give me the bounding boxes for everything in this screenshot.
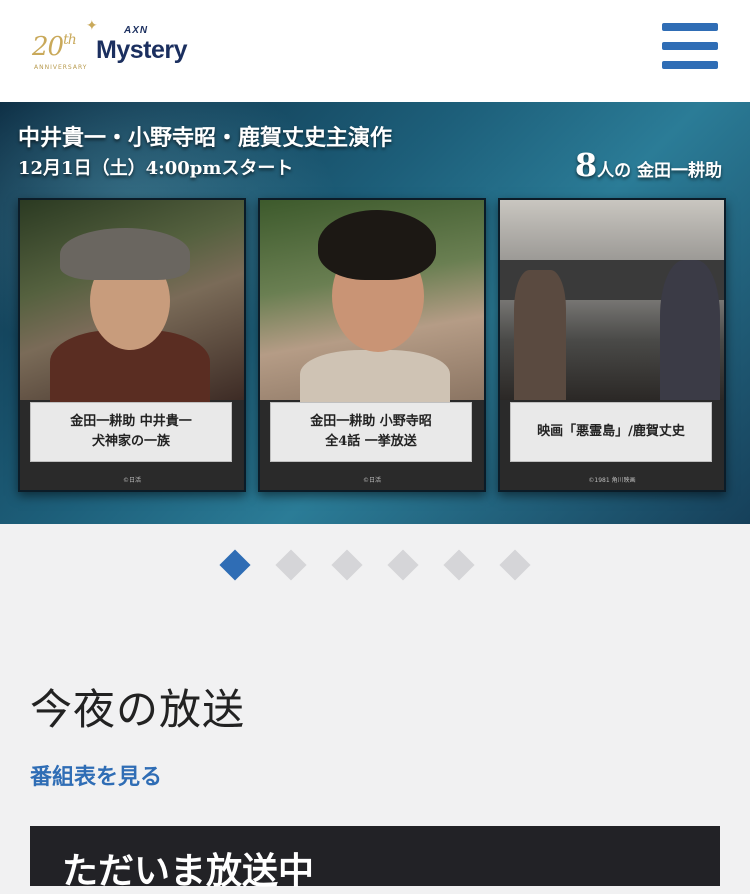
program-photo xyxy=(500,200,724,400)
copyright-text: ©日活 xyxy=(362,477,381,484)
program-card[interactable]: 映画「悪霊島」/鹿賀丈史 ©1981 角川映画 xyxy=(498,198,726,492)
copyright-text: ©日活 xyxy=(122,477,141,484)
caption-line: 金田一耕助 小野寺昭 xyxy=(310,414,432,429)
site-header: ✦ 20th ANNIVERSARY AXN Mystery xyxy=(0,0,750,102)
carousel-dot[interactable] xyxy=(219,549,251,581)
caption-line: 金田一耕助 中井貴一 xyxy=(70,414,192,429)
copyright-text: ©1981 角川映画 xyxy=(588,477,636,484)
hero-banner[interactable]: 中井貴一・小野寺昭・鹿賀丈史主演作 12月1日（土）4:00pmスタート 8人の… xyxy=(0,102,750,524)
program-caption: 金田一耕助 中井貴一 犬神家の一族 xyxy=(30,402,232,462)
now-on-air-title: ただいま放送中 xyxy=(62,851,315,892)
program-card[interactable]: 金田一耕助 中井貴一 犬神家の一族 ©日活 xyxy=(18,198,246,492)
axn-label: AXN xyxy=(124,25,149,36)
banner-badge: 8人の 金田一耕助 xyxy=(575,146,722,184)
menu-bar xyxy=(662,61,718,69)
program-caption: 金田一耕助 小野寺昭 全4話 一挙放送 xyxy=(270,402,472,462)
anniversary-number: 20th xyxy=(32,32,77,62)
program-caption: 映画「悪霊島」/鹿賀丈史 xyxy=(510,402,712,462)
schedule-link[interactable]: 番組表を見る xyxy=(30,759,162,791)
section-title: 今夜の放送 xyxy=(30,685,246,734)
program-photo xyxy=(260,200,484,410)
caption-line: 全4話 一挙放送 xyxy=(325,434,417,449)
now-on-air-panel: ただいま放送中 xyxy=(30,826,720,892)
banner-title: 中井貴一・小野寺昭・鹿賀丈史主演作 xyxy=(18,125,393,151)
sparkle-icon: ✦ xyxy=(86,18,98,34)
carousel-dot[interactable] xyxy=(443,549,475,581)
program-photo xyxy=(20,200,244,410)
carousel-pagination xyxy=(0,548,750,588)
carousel-dot[interactable] xyxy=(387,549,419,581)
banner-date: 12月1日（土）4:00pmスタート xyxy=(18,158,294,179)
program-card[interactable]: 金田一耕助 小野寺昭 全4話 一挙放送 ©日活 xyxy=(258,198,486,492)
badge-number: 8 xyxy=(574,146,598,184)
hamburger-menu-icon[interactable] xyxy=(662,23,718,71)
menu-bar xyxy=(662,42,718,50)
menu-bar xyxy=(662,23,718,31)
caption-line: 犬神家の一族 xyxy=(91,434,170,449)
carousel-dot[interactable] xyxy=(499,549,531,581)
caption-line: 映画「悪霊島」/鹿賀丈史 xyxy=(537,424,685,439)
badge-text: 人の 金田一耕助 xyxy=(597,161,722,181)
axn-mystery-logo[interactable]: ✦ 20th ANNIVERSARY AXN Mystery xyxy=(32,18,202,74)
carousel-dot[interactable] xyxy=(331,549,363,581)
carousel-dot[interactable] xyxy=(275,549,307,581)
channel-name: Mystery xyxy=(96,36,188,64)
anniversary-label: ANNIVERSARY xyxy=(34,64,88,71)
